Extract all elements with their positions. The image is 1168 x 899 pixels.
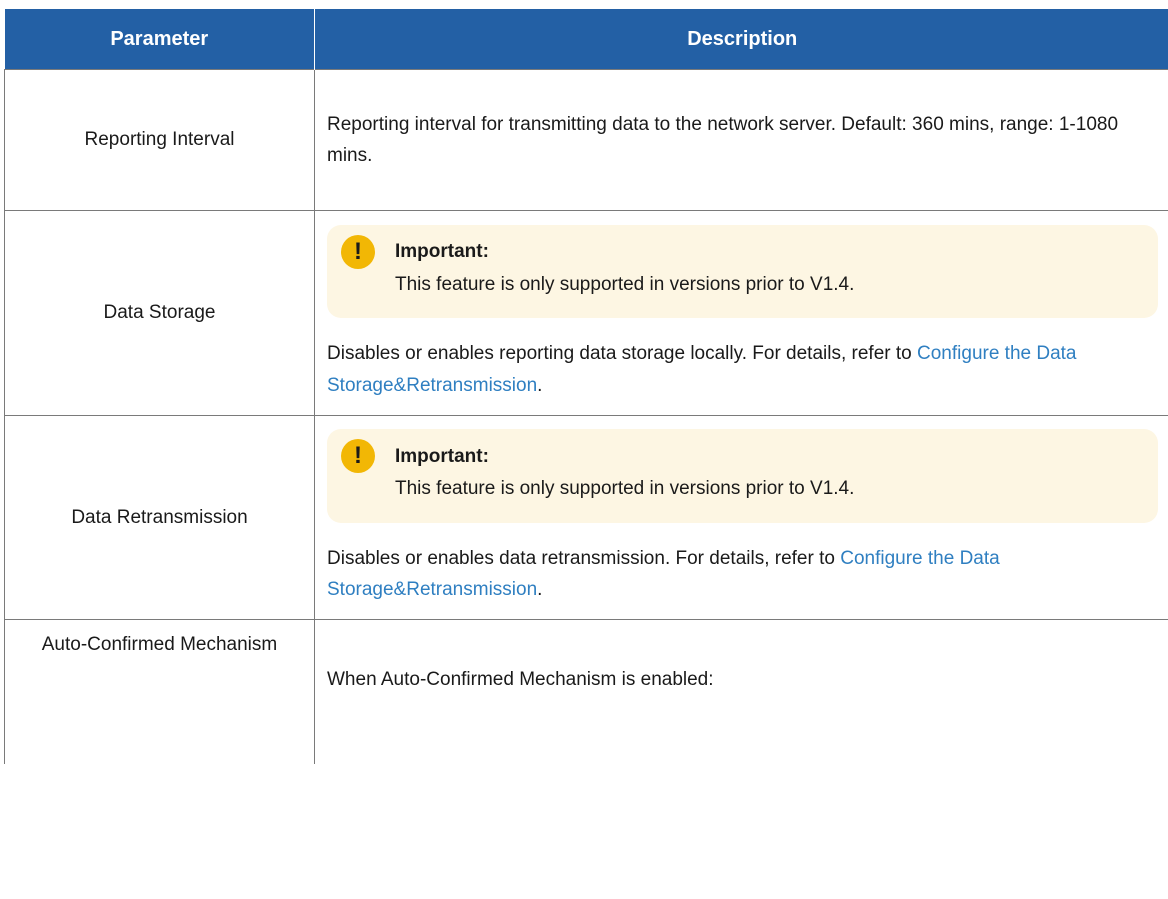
- param-desc-data-retransmission: ! Important: This feature is only suppor…: [314, 415, 1168, 620]
- important-note: ! Important: This feature is only suppor…: [327, 429, 1158, 523]
- header-parameter: Parameter: [4, 9, 315, 70]
- param-name-data-retransmission: Data Retransmission: [4, 415, 315, 620]
- param-desc-data-storage: ! Important: This feature is only suppor…: [314, 210, 1168, 416]
- param-name-data-storage: Data Storage: [4, 210, 315, 416]
- table-row: Auto-Confirmed Mechanism When Auto-Confi…: [4, 619, 1168, 764]
- param-name-reporting-interval: Reporting Interval: [4, 69, 315, 211]
- description-suffix: .: [537, 579, 543, 601]
- param-desc-auto-confirmed: When Auto-Confirmed Mechanism is enabled…: [314, 619, 1168, 764]
- important-note-title: Important:: [395, 241, 489, 263]
- description-prefix: Disables or enables reporting data stora…: [327, 343, 918, 365]
- param-name-auto-confirmed: Auto-Confirmed Mechanism: [4, 619, 315, 764]
- important-note-body: This feature is only supported in versio…: [395, 478, 855, 500]
- table-row: Data Retransmission ! Important: This fe…: [4, 415, 1168, 620]
- description-prefix: Disables or enables data retransmission.…: [327, 547, 841, 569]
- table-header-row: Parameter Description: [4, 9, 1168, 70]
- table-row: Reporting Interval Reporting interval fo…: [4, 69, 1168, 211]
- important-note-body: This feature is only supported in versio…: [395, 273, 855, 295]
- parameter-table: Parameter Description Reporting Interval…: [4, 9, 1168, 764]
- header-description: Description: [314, 9, 1168, 70]
- important-note-header: ! Important:: [341, 439, 1144, 474]
- description-text: Disables or enables reporting data stora…: [327, 338, 1158, 401]
- important-note-header: ! Important:: [341, 234, 1144, 269]
- important-note: ! Important: This feature is only suppor…: [327, 224, 1158, 319]
- exclamation-icon: !: [341, 439, 375, 474]
- exclamation-icon: !: [341, 234, 375, 269]
- important-note-title: Important:: [395, 445, 489, 467]
- description-text: Disables or enables data retransmission.…: [327, 543, 1158, 606]
- table-row: Data Storage ! Important: This feature i…: [4, 210, 1168, 416]
- description-suffix: .: [537, 374, 543, 396]
- param-desc-reporting-interval: Reporting interval for transmitting data…: [314, 69, 1168, 211]
